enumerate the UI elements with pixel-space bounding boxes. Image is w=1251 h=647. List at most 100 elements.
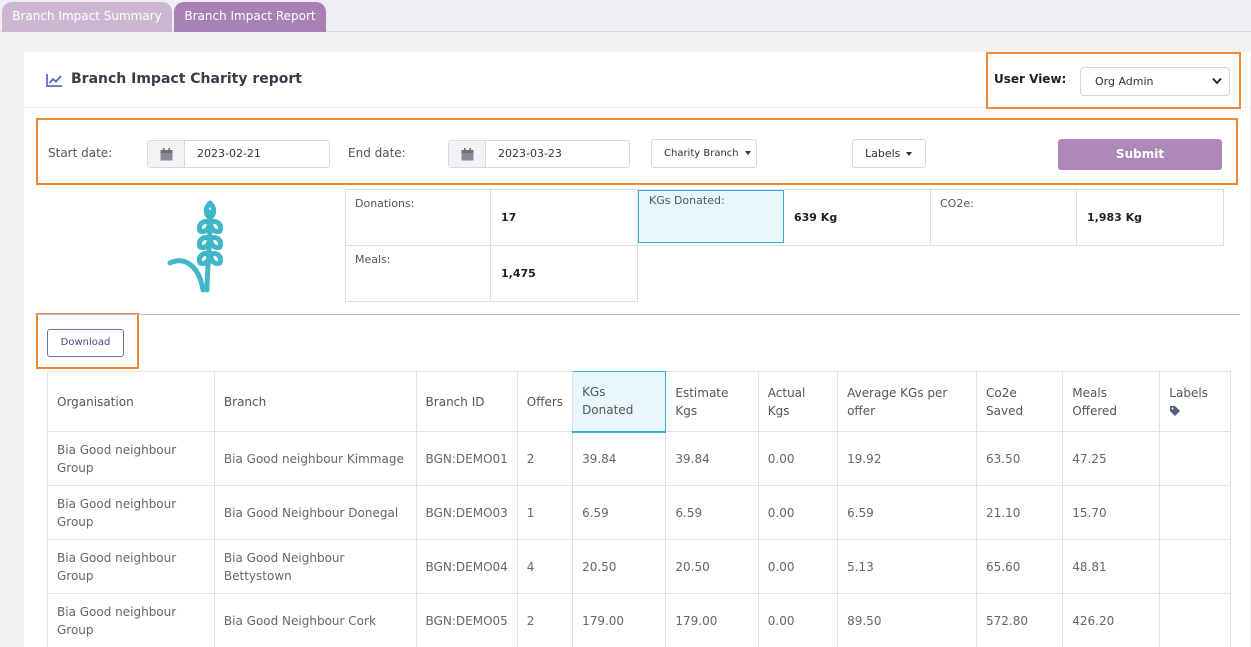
col-organisation[interactable]: Organisation: [47, 371, 215, 432]
cell-branch-id: BGN:DEMO03: [415, 485, 518, 540]
calendar-icon[interactable]: [148, 141, 185, 167]
col-kgs-donated[interactable]: KGs Donated: [572, 371, 667, 433]
cell-branch: Bia Good Neighbour Donegal: [213, 485, 417, 540]
table-row: Bia Good neighbour Group Bia Good neighb…: [47, 431, 1231, 486]
tag-icon: [1170, 406, 1181, 416]
cell-actual-kgs: 0.00: [757, 593, 839, 647]
cell-estimate-kgs: 20.50: [665, 539, 759, 594]
table-row: Bia Good neighbour Group Bia Good Neighb…: [47, 539, 1231, 594]
cell-average-kgs: 19.92: [837, 431, 978, 486]
cell-labels: [1159, 539, 1231, 594]
cell-kgs-donated: 6.59: [572, 485, 667, 540]
stat-donations: Donations: 17: [345, 189, 638, 246]
cell-co2e-saved: 65.60: [976, 539, 1064, 594]
stat-co2e: CO2e: 1,983 Kg: [930, 189, 1224, 246]
cell-organisation: Bia Good neighbour Group: [47, 431, 215, 486]
submit-button[interactable]: Submit: [1058, 139, 1222, 170]
start-date-value: 2023-02-21: [197, 147, 261, 160]
kgs-donated-label: KGs Donated:: [649, 194, 725, 207]
col-labels[interactable]: Labels: [1159, 371, 1231, 432]
cell-labels: [1159, 431, 1231, 486]
stat-kgs-donated: KGs Donated: 639 Kg: [637, 189, 931, 246]
col-branch[interactable]: Branch: [213, 371, 417, 432]
cell-meals-offered: 48.81: [1062, 539, 1161, 594]
calendar-icon[interactable]: [449, 141, 486, 167]
cell-co2e-saved: 21.10: [976, 485, 1064, 540]
cell-branch-id: BGN:DEMO01: [415, 431, 518, 486]
labels-dropdown[interactable]: Labels: [852, 139, 926, 168]
meals-value: 1,475: [501, 267, 536, 280]
donations-label: Donations:: [355, 197, 415, 210]
download-button[interactable]: Download: [47, 329, 124, 357]
user-view-label: User View:: [994, 72, 1067, 86]
cell-offers: 2: [516, 431, 574, 486]
table-row: Bia Good neighbour Group Bia Good Neighb…: [47, 593, 1231, 647]
cell-offers: 2: [516, 593, 574, 647]
cell-kgs-donated: 39.84: [572, 431, 667, 486]
cell-kgs-donated: 20.50: [572, 539, 667, 594]
labels-dropdown-label: Labels: [865, 147, 901, 160]
wheat-icon: [167, 200, 223, 293]
chevron-down-icon: [1212, 77, 1222, 85]
cell-meals-offered: 15.70: [1062, 485, 1161, 540]
cell-labels: [1159, 593, 1231, 647]
cell-co2e-saved: 572.80: [976, 593, 1064, 647]
cell-kgs-donated: 179.00: [572, 593, 667, 647]
co2e-label: CO2e:: [940, 197, 974, 210]
col-estimate-kgs[interactable]: Estimate Kgs: [665, 371, 759, 432]
card-header: Branch Impact Charity report User View: …: [24, 52, 1250, 108]
tab-bar: Branch Impact Summary Branch Impact Repo…: [0, 0, 1251, 32]
cell-actual-kgs: 0.00: [757, 431, 839, 486]
user-view-value: Org Admin: [1095, 75, 1154, 88]
cell-organisation: Bia Good neighbour Group: [47, 485, 215, 540]
meals-label: Meals:: [355, 253, 391, 266]
kgs-donated-value: 639 Kg: [794, 211, 838, 224]
impact-table: Organisation Branch Branch ID Offers KGs…: [47, 371, 1231, 647]
cell-actual-kgs: 0.00: [757, 539, 839, 594]
cell-meals-offered: 426.20: [1062, 593, 1161, 647]
caret-down-icon: [744, 151, 751, 155]
cell-average-kgs: 6.59: [837, 485, 978, 540]
cell-estimate-kgs: 6.59: [665, 485, 759, 540]
cell-organisation: Bia Good neighbour Group: [47, 539, 215, 594]
col-actual-kgs[interactable]: Actual Kgs: [757, 371, 839, 432]
start-date-field[interactable]: 2023-02-21: [147, 140, 330, 168]
donations-value: 17: [501, 211, 517, 224]
col-average-kgs[interactable]: Average KGs per offer: [837, 371, 978, 432]
col-meals-offered[interactable]: Meals Offered: [1062, 371, 1161, 432]
caret-down-icon: [906, 152, 913, 156]
start-date-label: Start date:: [48, 146, 113, 160]
cell-labels: [1159, 485, 1231, 540]
user-view-select[interactable]: Org Admin: [1080, 67, 1230, 96]
cell-estimate-kgs: 179.00: [665, 593, 759, 647]
page-title: Branch Impact Charity report: [71, 71, 302, 87]
cell-estimate-kgs: 39.84: [665, 431, 759, 486]
col-offers[interactable]: Offers: [516, 371, 574, 432]
end-date-field[interactable]: 2023-03-23: [448, 140, 630, 168]
stat-meals: Meals: 1,475: [345, 245, 638, 302]
cell-meals-offered: 47.25: [1062, 431, 1161, 486]
cell-organisation: Bia Good neighbour Group: [47, 593, 215, 647]
cell-branch-id: BGN:DEMO05: [415, 593, 518, 647]
cell-average-kgs: 89.50: [837, 593, 978, 647]
charity-branch-dropdown[interactable]: Charity Branch: [651, 139, 757, 168]
section-divider: [35, 314, 1240, 315]
cell-branch: Bia Good Neighbour Bettystown: [213, 539, 417, 594]
cell-branch-id: BGN:DEMO04: [415, 539, 518, 594]
cell-branch: Bia Good Neighbour Cork: [213, 593, 417, 647]
cell-offers: 4: [516, 539, 574, 594]
col-branch-id[interactable]: Branch ID: [415, 371, 518, 432]
cell-co2e-saved: 63.50: [976, 431, 1064, 486]
end-date-value: 2023-03-23: [498, 147, 562, 160]
cell-average-kgs: 5.13: [837, 539, 978, 594]
co2e-value: 1,983 Kg: [1087, 211, 1143, 224]
tab-branch-impact-summary[interactable]: Branch Impact Summary: [2, 2, 172, 32]
charity-branch-label: Charity Branch: [664, 148, 739, 159]
cell-actual-kgs: 0.00: [757, 485, 839, 540]
col-co2e-saved[interactable]: Co2e Saved: [976, 371, 1064, 432]
table-row: Bia Good neighbour Group Bia Good Neighb…: [47, 485, 1231, 540]
cell-offers: 1: [516, 485, 574, 540]
end-date-label: End date:: [348, 146, 406, 160]
tab-branch-impact-report[interactable]: Branch Impact Report: [174, 2, 326, 32]
table-header-row: Organisation Branch Branch ID Offers KGs…: [47, 371, 1231, 433]
